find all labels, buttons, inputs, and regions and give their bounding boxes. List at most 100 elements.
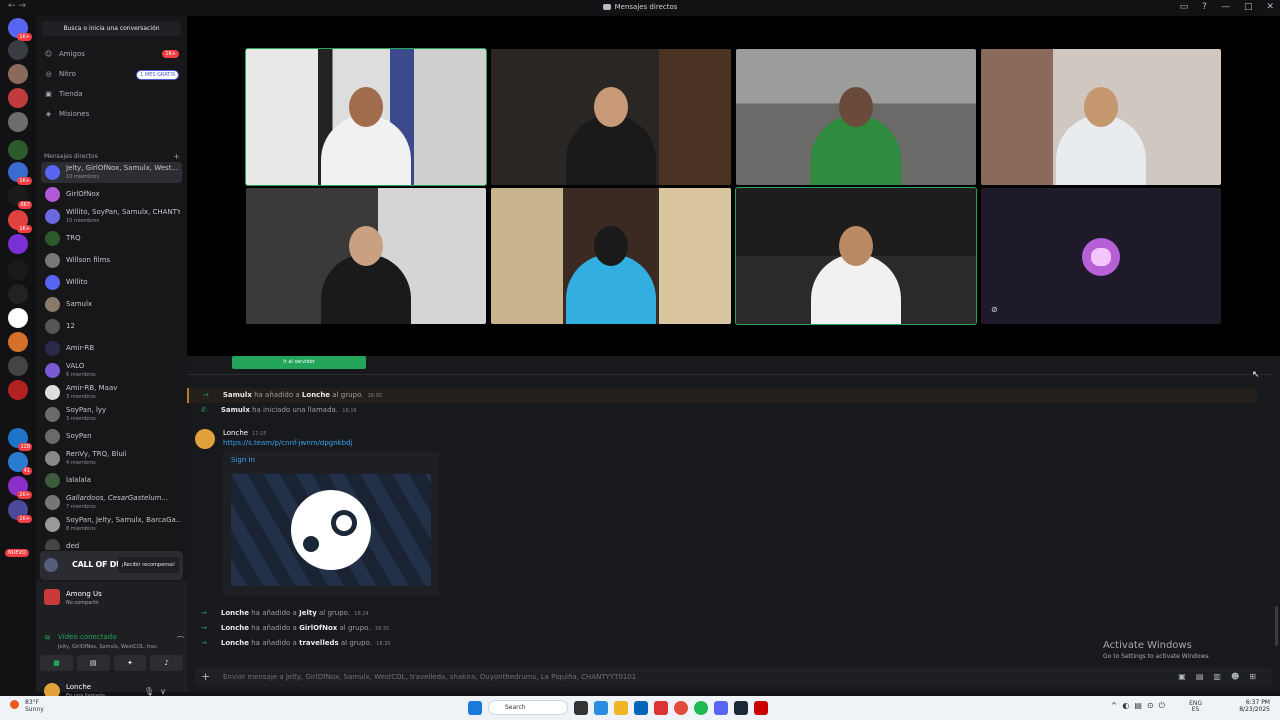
avatar xyxy=(45,539,60,550)
server-icon[interactable]: 2K+ xyxy=(8,476,32,499)
server-icon[interactable] xyxy=(8,40,28,60)
store-icon[interactable] xyxy=(634,700,648,715)
server-icon[interactable] xyxy=(8,332,28,352)
dm-item[interactable]: SoyPan, lyy 3 miembros xyxy=(41,404,182,425)
video-stage: ⊘ xyxy=(187,16,1280,356)
taskbar-search[interactable]: Search xyxy=(488,700,568,715)
disconnect-icon[interactable]: ⌒ xyxy=(177,635,184,645)
dm-item[interactable]: Willito, SoyPan, Samulx, CHANTYYT010...1… xyxy=(41,206,182,227)
language-indicator[interactable]: ENG ES xyxy=(1189,701,1202,713)
screen-share-button[interactable]: ▤ xyxy=(76,655,110,671)
video-tile[interactable] xyxy=(491,188,731,324)
minimize-button[interactable]: — xyxy=(1221,2,1230,12)
app-icon[interactable] xyxy=(754,700,768,715)
spotify-icon[interactable] xyxy=(694,700,708,715)
claim-reward-button[interactable]: ¡Recibir recompensa! xyxy=(117,557,179,573)
system-message: → Samulx ha añadido a Lonche al grupo. 16… xyxy=(187,388,1257,403)
message-input[interactable]: + Enviar mensaje a Jelty, GirlOfNox, Sam… xyxy=(195,667,1272,687)
server-icon[interactable]: 1K+ xyxy=(8,500,32,523)
video-tile[interactable] xyxy=(491,49,731,185)
video-tile[interactable] xyxy=(735,187,977,325)
steam-icon[interactable] xyxy=(734,700,748,715)
video-tile[interactable] xyxy=(981,49,1221,185)
camera-button[interactable]: ■ xyxy=(40,655,73,671)
close-button[interactable]: ✕ xyxy=(1266,2,1274,12)
dm-item[interactable]: TRQ xyxy=(41,228,182,249)
dm-item[interactable]: SoyPan xyxy=(41,426,182,447)
dm-item[interactable]: RenVy, TRQ, Bluii 4 miembros xyxy=(41,448,182,469)
dm-item[interactable]: ded xyxy=(41,536,182,550)
avatar[interactable] xyxy=(195,429,215,449)
avatar xyxy=(45,473,60,488)
maximize-button[interactable]: □ xyxy=(1244,2,1253,12)
dm-item[interactable]: Amir-RB, Maav 3 miembros xyxy=(41,382,182,403)
nav-item-friends[interactable]: ☺ Amigos 1K+ xyxy=(44,46,179,62)
go-to-server-button[interactable]: Ir al servidor xyxy=(232,356,366,369)
dm-item[interactable]: Gallardoos, CesarGastelum... 7 miembros xyxy=(41,492,182,513)
server-icon[interactable] xyxy=(8,356,28,376)
server-icon[interactable] xyxy=(8,64,28,84)
dm-item[interactable]: 12 xyxy=(41,316,182,337)
tray-icons[interactable]: ^◐▤⊙⏻ xyxy=(1111,701,1170,711)
author-name[interactable]: Lonche xyxy=(223,429,248,437)
attach-button[interactable]: + xyxy=(201,667,210,687)
server-icon[interactable] xyxy=(8,380,28,400)
app-icon[interactable] xyxy=(654,700,668,715)
dm-item[interactable]: Jelty, GirlOfNox, Samulx, West... 10 miem… xyxy=(41,162,182,183)
server-icon[interactable]: 1K+ xyxy=(8,162,32,185)
video-tile[interactable] xyxy=(246,188,486,324)
dm-item[interactable]: Amir-RB xyxy=(41,338,182,359)
arrow-icon: → xyxy=(203,391,209,399)
system-message: → Lonche ha añadido a Jelty al grupo. 18:… xyxy=(201,609,369,617)
server-icon[interactable] xyxy=(8,112,28,132)
help-icon[interactable]: ? xyxy=(1202,2,1207,12)
composer-tools[interactable]: ▣▤▥☻⊞ xyxy=(1178,667,1266,687)
weather-widget[interactable]: 83°F Sunny xyxy=(10,699,44,713)
avatar xyxy=(45,275,60,290)
server-icon[interactable] xyxy=(8,284,28,304)
server-icon[interactable] xyxy=(8,308,28,328)
nav-item-quests[interactable]: ◈ Misiones xyxy=(44,106,179,122)
dm-item[interactable]: lalalala xyxy=(41,470,182,491)
dm-item[interactable]: Willson films xyxy=(41,250,182,271)
new-badge[interactable]: NUEVO xyxy=(5,549,29,557)
dm-item[interactable]: VALO 6 miembros xyxy=(41,360,182,381)
server-icon[interactable]: 128 xyxy=(8,428,32,451)
discord-icon[interactable] xyxy=(714,700,728,715)
inbox-icon[interactable]: ▭ xyxy=(1180,2,1189,12)
activities-button[interactable]: ✦ xyxy=(113,655,147,671)
server-icon[interactable] xyxy=(8,140,28,160)
dm-item[interactable]: Samulx xyxy=(41,294,182,315)
folder-icon[interactable] xyxy=(614,700,628,715)
message-link[interactable]: https://s.team/p/cnnf-jwnm/dpgnkbdj xyxy=(223,439,353,447)
start-icon[interactable] xyxy=(468,700,482,715)
soundboard-button[interactable]: ♪ xyxy=(150,655,183,671)
server-icon[interactable] xyxy=(8,88,28,108)
nav-item-nitro[interactable]: ◎ Nitro 1 MES GRATIS xyxy=(44,66,179,82)
dm-item[interactable]: SoyPan, Jelty, Samulx, BarcaGa... 8 miemb… xyxy=(41,514,182,535)
server-icon[interactable]: 867 xyxy=(8,186,32,209)
task-view-icon[interactable] xyxy=(574,700,588,715)
game-logo-icon xyxy=(44,558,58,572)
taskbar-apps: Search xyxy=(468,700,768,715)
dm-item[interactable]: GirlOfNox xyxy=(41,184,182,205)
video-tile[interactable] xyxy=(245,48,487,186)
server-icon[interactable]: 41 xyxy=(8,452,32,475)
add-dm-button[interactable]: + xyxy=(173,152,180,161)
nav-item-shop[interactable]: ▣ Tienda xyxy=(44,86,179,102)
home-button[interactable]: 1K+ xyxy=(8,18,32,41)
server-icon[interactable]: 1K+ xyxy=(8,210,32,233)
clock[interactable]: 6:37 PM 8/23/2025 xyxy=(1239,699,1270,713)
scrollbar[interactable] xyxy=(1275,606,1278,646)
video-tile[interactable] xyxy=(736,49,976,185)
search-input[interactable]: Busca o inicia una conversación xyxy=(42,21,181,36)
activate-windows-watermark: Activate Windows Go to Settings to activ… xyxy=(1103,640,1211,660)
dm-item[interactable]: Willito xyxy=(41,272,182,293)
chrome-icon[interactable] xyxy=(674,700,688,715)
embed-image[interactable] xyxy=(231,474,431,586)
edge-icon[interactable] xyxy=(594,700,608,715)
video-tile[interactable]: ⊘ xyxy=(981,188,1221,324)
server-icon[interactable] xyxy=(8,234,28,254)
embed-title[interactable]: Sign In xyxy=(231,456,255,464)
server-icon[interactable] xyxy=(8,260,28,280)
